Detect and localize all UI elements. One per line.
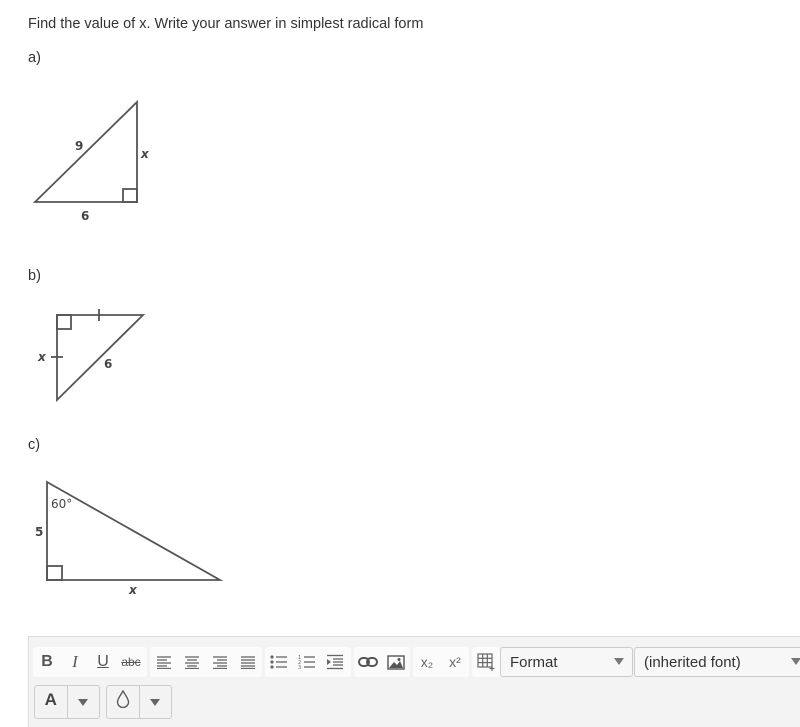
italic-button[interactable]: I [61,647,89,677]
numbered-list-button[interactable]: 123 [293,647,321,677]
triangle-c [46,480,224,581]
superscript-button[interactable]: x² [441,647,469,677]
insert-group [354,647,410,677]
font-select[interactable]: (inherited font) [634,647,800,677]
label-x-c: x [128,583,138,597]
indent-icon [327,654,343,670]
bold-button[interactable]: B [33,647,61,677]
align-justify-icon [241,656,255,669]
strikethrough-button[interactable]: abc [117,647,145,677]
label-angle-c: 60° [51,497,72,511]
chevron-down-icon [614,658,624,665]
link-button[interactable] [354,647,382,677]
table-button[interactable] [472,647,500,677]
align-right-button[interactable] [206,647,234,677]
format-select[interactable]: Format [500,647,633,677]
image-icon [387,654,405,670]
droplet-icon [116,690,129,708]
link-icon [358,657,378,667]
chevron-down-icon [791,658,800,665]
align-right-icon [213,656,227,669]
caret-down-icon [150,699,161,706]
text-color-dropdown[interactable] [68,686,100,718]
table-group [472,647,500,677]
text-style-group: B I U abc [33,647,147,677]
svg-text:3: 3 [298,665,301,670]
subscript-button[interactable]: x₂ [413,647,441,677]
align-center-button[interactable] [178,647,206,677]
triangle-c-figure: 60° 5 x [35,480,224,597]
background-color-button[interactable] [107,686,140,718]
text-color-picker: A [34,685,100,719]
background-color-picker [106,685,172,719]
rich-text-editor-toolbar: B I U abc 123 x₂ x² Format (inherited fo… [28,636,800,727]
numbered-list-icon: 123 [298,655,315,670]
indent-button[interactable] [321,647,349,677]
alignment-group [150,647,262,677]
align-justify-button[interactable] [234,647,262,677]
table-icon [477,653,495,671]
list-group: 123 [265,647,351,677]
text-color-button[interactable]: A [35,686,68,718]
align-left-button[interactable] [150,647,178,677]
caret-down-icon [78,699,89,706]
align-left-icon [157,656,171,669]
format-select-value: Format [510,653,558,671]
label-side-c: 5 [35,525,43,539]
right-angle-marker-c [46,565,63,581]
font-select-value: (inherited font) [644,653,741,671]
background-color-dropdown[interactable] [140,686,172,718]
image-button[interactable] [382,647,410,677]
bullet-list-button[interactable] [265,647,293,677]
align-center-icon [185,656,199,669]
bullet-list-icon [270,655,287,669]
script-group: x₂ x² [413,647,469,677]
underline-button[interactable]: U [89,647,117,677]
